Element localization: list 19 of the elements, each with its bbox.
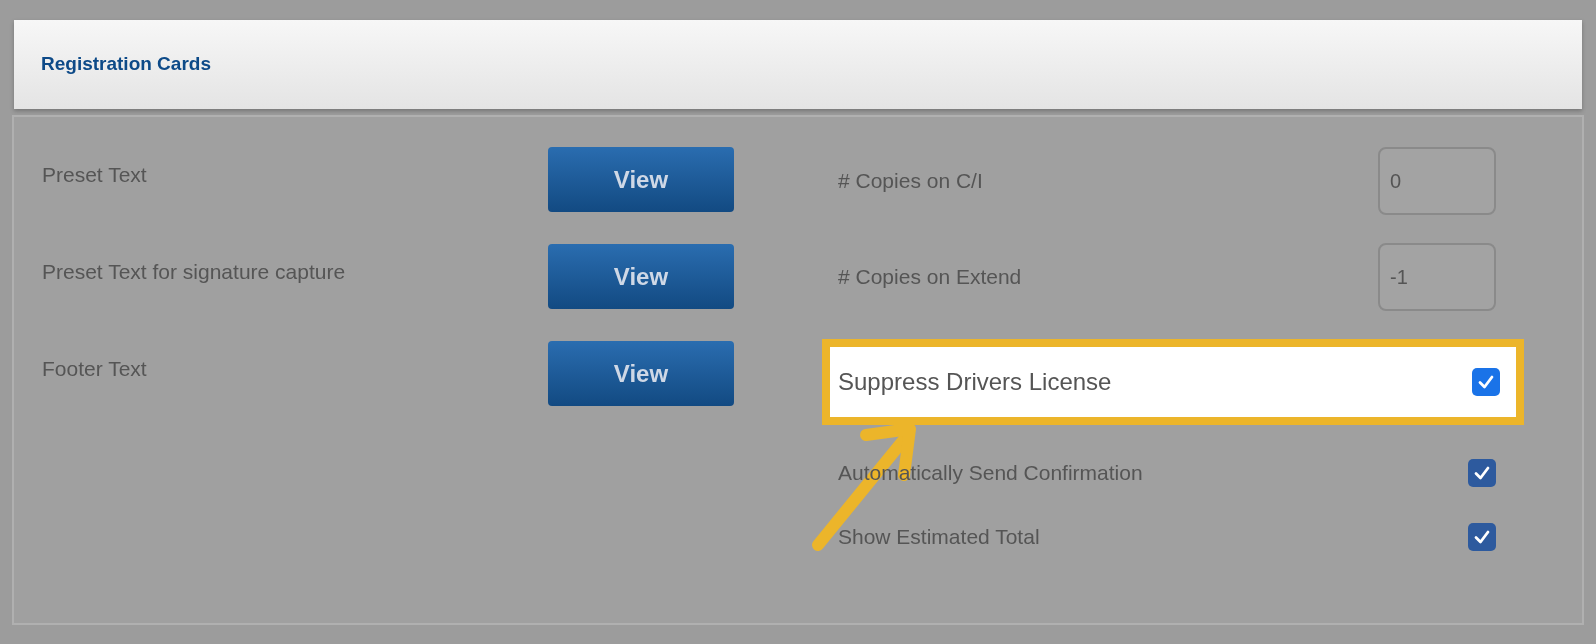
checkbox[interactable] <box>1472 368 1500 396</box>
check-icon <box>1473 528 1491 546</box>
checkbox[interactable] <box>1468 459 1496 487</box>
number-field[interactable]: -1 <box>1378 243 1496 311</box>
setting-label: # Copies on Extend <box>838 264 1022 291</box>
number-field[interactable]: 0 <box>1378 147 1496 215</box>
setting-label: # Copies on C/I <box>838 168 983 195</box>
setting-label: Suppress Drivers License <box>838 367 1112 397</box>
section-title: Registration Cards <box>41 52 211 77</box>
checkbox[interactable] <box>1468 523 1496 551</box>
view-button[interactable]: View <box>548 244 734 309</box>
check-icon <box>1473 464 1491 482</box>
preset-label: Preset Text <box>42 162 148 188</box>
view-button[interactable]: View <box>548 147 734 212</box>
setting-label: Show Estimated Total <box>838 524 1040 551</box>
check-icon <box>1477 373 1495 391</box>
preset-label: Preset Text for signature capture <box>42 259 347 285</box>
preset-label: Footer Text <box>42 356 148 382</box>
view-button[interactable]: View <box>548 341 734 406</box>
